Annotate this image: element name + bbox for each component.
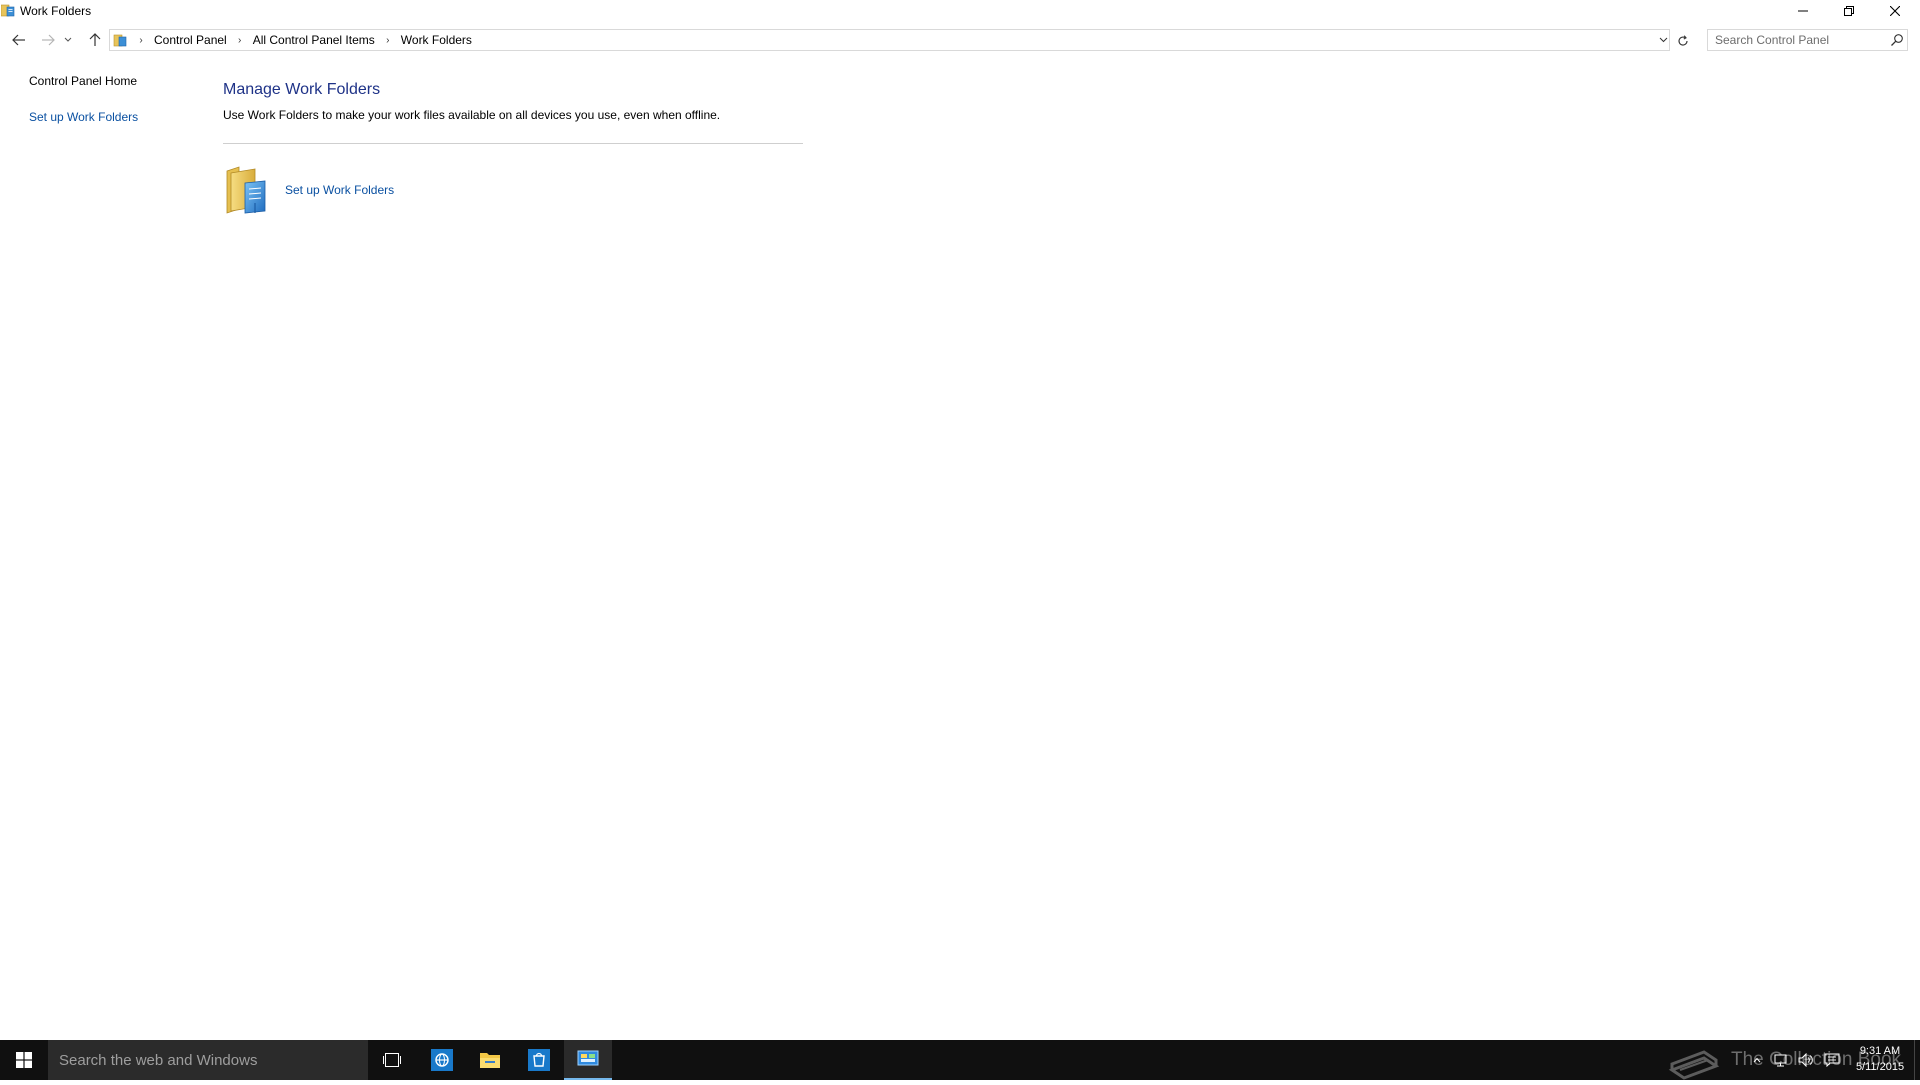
taskbar: Search the web and Windows The Collectio…	[0, 1040, 1920, 1080]
taskbar-search-placeholder: Search the web and Windows	[59, 1052, 258, 1069]
clock-time: 9:31 AM	[1859, 1045, 1901, 1057]
taskbar-store[interactable]	[515, 1040, 563, 1080]
breadcrumb: › Control Panel › All Control Panel Item…	[132, 30, 476, 50]
book-watermark-icon	[1668, 1040, 1720, 1080]
search-input[interactable]	[1708, 30, 1886, 50]
restore-icon	[1844, 6, 1854, 16]
taskbar-internet-explorer[interactable]	[418, 1040, 466, 1080]
internet-explorer-icon	[431, 1049, 453, 1071]
address-bar[interactable]: › Control Panel › All Control Panel Item…	[109, 29, 1670, 51]
address-history-button[interactable]	[1655, 30, 1671, 50]
taskbar-search-box[interactable]: Search the web and Windows	[48, 1040, 368, 1080]
page-title: Manage Work Folders	[223, 81, 381, 98]
volume-button[interactable]	[1796, 1040, 1816, 1080]
forward-button[interactable]	[37, 29, 59, 51]
action-center-button[interactable]	[1822, 1040, 1842, 1080]
up-button[interactable]	[84, 29, 106, 51]
back-button[interactable]	[8, 29, 30, 51]
arrow-left-icon	[12, 34, 25, 46]
close-button[interactable]	[1872, 0, 1918, 22]
minimize-button[interactable]	[1780, 0, 1826, 22]
breadcrumb-work-folders[interactable]: Work Folders	[397, 33, 476, 47]
speaker-icon	[1798, 1053, 1813, 1067]
minimize-icon	[1798, 10, 1808, 12]
setup-work-folders-side-link[interactable]: Set up Work Folders	[29, 110, 138, 124]
breadcrumb-separator-icon[interactable]: ›	[233, 35, 247, 46]
task-view-icon	[383, 1053, 401, 1067]
show-hidden-icons-button[interactable]	[1748, 1040, 1766, 1080]
breadcrumb-separator-icon: ›	[139, 34, 143, 46]
control-panel-icon	[113, 33, 128, 48]
work-folders-icon	[0, 3, 15, 17]
clock-date: 5/11/2015	[1855, 1061, 1905, 1073]
breadcrumb-all-control-panel-items[interactable]: All Control Panel Items	[249, 33, 379, 47]
control-panel-home-link[interactable]: Control Panel Home	[29, 74, 137, 88]
work-folders-icon[interactable]	[225, 165, 269, 215]
task-view-button[interactable]	[368, 1040, 416, 1080]
store-icon	[528, 1049, 550, 1071]
title-bar: Work Folders	[0, 0, 1920, 22]
start-button[interactable]	[0, 1040, 48, 1080]
divider	[223, 143, 803, 144]
network-icon	[1774, 1054, 1787, 1067]
breadcrumb-control-panel[interactable]: Control Panel	[150, 33, 231, 47]
breadcrumb-separator-icon[interactable]: ›	[381, 35, 395, 46]
page-description: Use Work Folders to make your work files…	[223, 108, 721, 122]
taskbar-control-panel[interactable]	[564, 1040, 612, 1080]
refresh-icon	[1678, 35, 1688, 46]
show-desktop-button[interactable]	[1914, 1040, 1920, 1080]
message-icon	[1824, 1053, 1840, 1067]
search-box[interactable]	[1707, 29, 1908, 51]
setup-work-folders-task[interactable]: Set up Work Folders	[223, 165, 523, 215]
close-icon	[1890, 6, 1900, 16]
chevron-down-icon	[1659, 37, 1667, 43]
setup-work-folders-link[interactable]: Set up Work Folders	[285, 183, 394, 197]
chevron-up-icon	[1753, 1057, 1761, 1063]
search-icon[interactable]	[1890, 33, 1904, 47]
network-button[interactable]	[1772, 1040, 1792, 1080]
arrow-up-icon	[89, 33, 101, 46]
file-explorer-icon	[480, 1053, 500, 1068]
clock[interactable]: 9:31 AM 5/11/2015	[1848, 1043, 1912, 1075]
restore-button[interactable]	[1826, 0, 1872, 22]
chevron-down-icon	[64, 37, 72, 42]
arrow-right-icon	[42, 34, 55, 46]
window-title: Work Folders	[20, 4, 92, 18]
control-panel-icon	[577, 1050, 599, 1066]
refresh-button[interactable]	[1673, 31, 1693, 51]
recent-locations-button[interactable]	[62, 29, 74, 51]
windows-logo-icon	[16, 1052, 32, 1068]
navigation-bar: › Control Panel › All Control Panel Item…	[0, 27, 1920, 53]
taskbar-file-explorer[interactable]	[466, 1040, 514, 1080]
